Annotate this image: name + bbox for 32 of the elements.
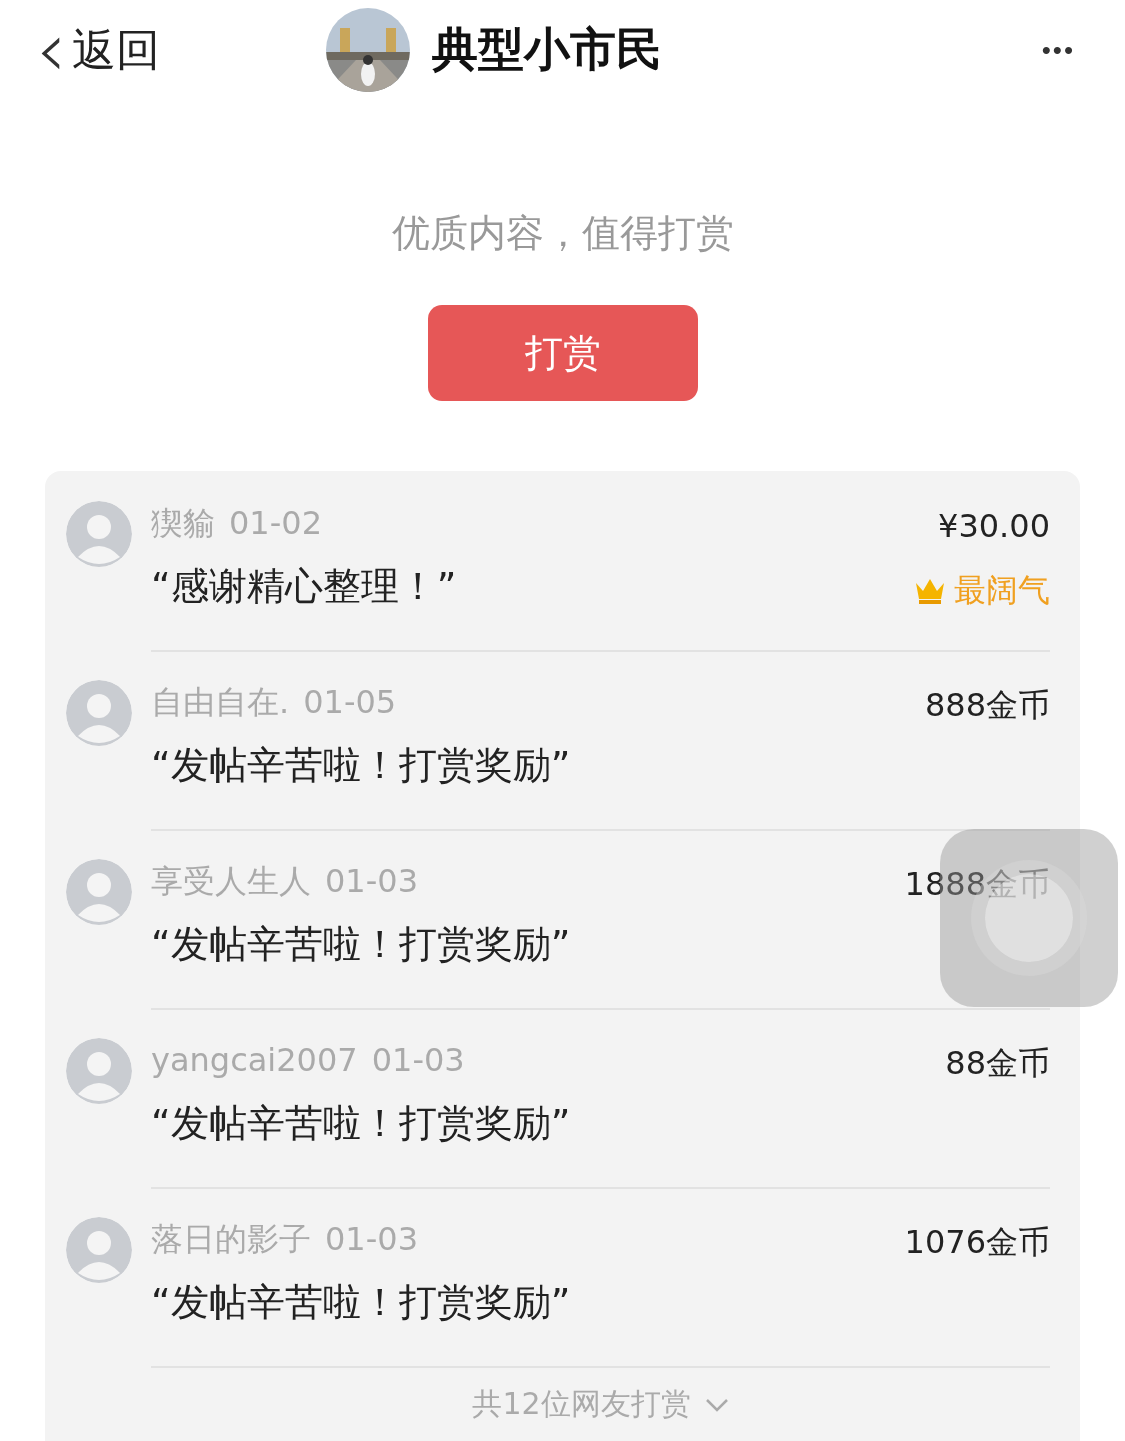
avatar-icon	[66, 859, 132, 925]
reward-amount: 88金币	[945, 1043, 1050, 1084]
avatar-icon	[66, 680, 132, 746]
reward-comment: “感谢精心整理！”	[151, 563, 458, 610]
page-title: 典型小市民	[432, 21, 662, 78]
reward-date: 01-03	[371, 1040, 465, 1081]
reward-date: 01-05	[303, 682, 397, 723]
crown-icon	[914, 577, 946, 605]
user-name: 落日的影子	[151, 1219, 311, 1260]
user-name: 自由自在.	[151, 682, 290, 723]
reward-comment: “发帖辛苦啦！打赏奖励”	[151, 1100, 572, 1147]
avatar-icon	[66, 1217, 132, 1283]
reward-amount: 888金币	[924, 685, 1050, 726]
reward-amount: 1888金币	[904, 864, 1050, 905]
avatar-icon	[66, 1038, 132, 1104]
user-name: 享受人生人	[151, 861, 311, 902]
reward-date: 01-02	[229, 503, 322, 544]
more-button[interactable]: •••	[1041, 34, 1075, 66]
reward-comment: “发帖辛苦啦！打赏奖励”	[151, 921, 572, 968]
chevron-down-icon	[704, 1397, 729, 1412]
avatar-icon	[66, 501, 132, 567]
user-name: 猰貐	[151, 503, 215, 544]
prompt-text: 优质内容，值得打赏	[390, 210, 735, 257]
reward-date: 01-03	[325, 1219, 418, 1260]
reward-amount: ¥30.00	[938, 506, 1050, 547]
user-name: yangcai2007	[151, 1040, 358, 1081]
reward-amount: 1076金币	[904, 1222, 1050, 1263]
reward-comment: “发帖辛苦啦！打赏奖励”	[151, 742, 572, 789]
reward-comment: “发帖辛苦啦！打赏奖励”	[151, 1279, 572, 1326]
reward-date: 01-03	[325, 861, 418, 902]
badge-label: 最阔气	[954, 570, 1050, 611]
reward-button[interactable]: 打赏	[427, 305, 698, 401]
